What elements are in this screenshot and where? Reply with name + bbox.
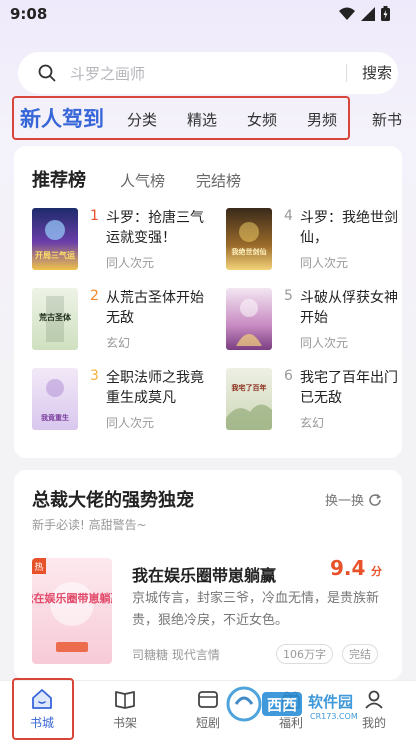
nav-bookshelf[interactable]: 书架	[95, 687, 155, 739]
book-description: 京城传言，封家三爷，冷血无情，是贵族新贵，狠绝冷戾，不近女色。	[132, 591, 380, 628]
tab-female[interactable]: 女频	[247, 109, 277, 130]
rank-number: 6	[284, 368, 293, 384]
book-title[interactable]: 从荒古圣体开始无敌	[106, 288, 210, 328]
book-genre: 同人次元	[300, 336, 349, 350]
ranking-card: 推荐榜 人气榜 完结榜 开局三气运 1 斗罗：抢唐三气运就变强！ 同人次元 荒古…	[14, 146, 402, 458]
battery-icon	[381, 6, 390, 21]
svg-text:荒古圣体: 荒古圣体	[38, 312, 72, 322]
book-title[interactable]: 我在娱乐圈带崽躺赢	[132, 562, 276, 586]
svg-text:我在娱乐圈带崽躺赢: 我在娱乐圈带崽躺赢	[32, 591, 112, 605]
score-value: 9.4	[329, 556, 366, 580]
rank-number: 2	[90, 288, 99, 304]
feature-subtitle: 新手必读! 高甜警告~	[32, 518, 147, 532]
ranking-item[interactable]: 我宅了百年 6 我宅了百年出门已无敌 玄幻	[226, 368, 406, 438]
book-genre: 玄幻	[106, 336, 131, 350]
tab-new-books[interactable]: 新书	[372, 109, 402, 130]
search-input[interactable]: 斗罗之画师	[70, 63, 145, 84]
watermark-logo: 西西 软件园 CR173.COM	[226, 686, 358, 722]
search-icon	[38, 64, 56, 82]
book-title[interactable]: 我宅了百年出门已无敌	[300, 368, 404, 408]
tab-recommend-rank[interactable]: 推荐榜	[32, 166, 86, 192]
status-icons	[339, 6, 390, 21]
book-cover[interactable]: 热 我在娱乐圈带崽躺赢	[32, 558, 112, 664]
book-cover[interactable]: 我竟重生	[32, 368, 78, 430]
tab-new-readers[interactable]: 新人驾到	[20, 103, 104, 133]
nav-label: 书架	[112, 716, 137, 730]
word-count-tag: 106万字	[276, 644, 333, 664]
nav-highlight-box	[12, 678, 74, 740]
rank-number: 1	[90, 208, 99, 224]
book-genre: 同人次元	[300, 256, 349, 270]
rank-number: 4	[284, 208, 293, 224]
search-divider	[346, 64, 347, 82]
book-title[interactable]: 斗破从俘获女神开始	[300, 288, 404, 328]
bookshelf-icon	[115, 691, 135, 709]
feature-heading: 总裁大佬的强势独宠	[32, 490, 194, 511]
feature-card: 总裁大佬的强势独宠 新手必读! 高甜警告~ 换一换 热 我在娱乐圈带崽躺赢 我在…	[14, 470, 402, 680]
rank-number: 5	[284, 288, 293, 304]
rank-number: 3	[90, 368, 99, 384]
ranking-item[interactable]: 开局三气运 1 斗罗：抢唐三气运就变强！ 同人次元	[32, 208, 212, 278]
book-cover-art: 热 我在娱乐圈带崽躺赢	[32, 558, 112, 652]
book-genre: 同人次元	[106, 416, 155, 430]
refresh-icon	[369, 493, 381, 506]
tab-finished-rank[interactable]: 完结榜	[196, 170, 241, 191]
svg-text:CR173.COM: CR173.COM	[310, 712, 358, 721]
category-tab-bar: 新人驾到 分类 精选 女频 男频 新书	[0, 94, 416, 142]
svg-text:热: 热	[34, 561, 43, 573]
search-button[interactable]: 搜索	[362, 62, 392, 83]
tab-male[interactable]: 男频	[307, 109, 337, 130]
book-genre: 玄幻	[300, 416, 325, 430]
tab-popular-rank[interactable]: 人气榜	[120, 170, 165, 191]
status-tag: 完结	[342, 644, 378, 664]
svg-text:我宅了百年: 我宅了百年	[232, 383, 267, 392]
signal-icon	[361, 6, 375, 21]
book-cover-art: 荒古圣体	[38, 296, 72, 342]
tab-category[interactable]: 分类	[127, 109, 157, 130]
score-unit: 分	[371, 565, 382, 578]
book-cover-art	[236, 299, 262, 346]
status-bar: 9:08	[0, 0, 416, 32]
book-title[interactable]: 全职法师之我竟重生成莫凡	[106, 368, 210, 408]
book-cover-art: 我宅了百年	[226, 383, 272, 430]
svg-text:西西: 西西	[267, 696, 297, 714]
wifi-icon	[339, 7, 355, 20]
book-score: 9.4 分	[330, 556, 382, 580]
tab-featured[interactable]: 精选	[187, 109, 217, 130]
refresh-label: 换一换	[324, 494, 364, 509]
ranking-item[interactable]: 我绝世剑仙 4 斗罗：我绝世剑仙， 同人次元	[226, 208, 406, 278]
book-genre: 同人次元	[106, 256, 155, 270]
tv-icon	[198, 691, 218, 708]
book-cover-art: 开局三气运	[35, 220, 75, 260]
svg-text:软件园: 软件园	[308, 693, 353, 711]
book-author-meta: 司糖糖 现代言情	[132, 648, 220, 662]
book-cover[interactable]: 开局三气运	[32, 208, 78, 270]
ranking-item[interactable]: 荒古圣体 2 从荒古圣体开始无敌 玄幻	[32, 288, 212, 358]
book-cover-art: 我竟重生	[41, 379, 69, 422]
book-cover[interactable]: 我绝世剑仙	[226, 208, 272, 270]
ranking-item[interactable]: 5 斗破从俘获女神开始 同人次元	[226, 288, 406, 358]
book-cover-art: 我绝世剑仙	[232, 222, 267, 256]
book-title[interactable]: 斗罗：我绝世剑仙，	[300, 208, 404, 248]
status-time: 9:08	[10, 5, 48, 23]
search-bar[interactable]: 斗罗之画师 搜索	[18, 52, 398, 94]
book-cover[interactable]: 我宅了百年	[226, 368, 272, 430]
book-title[interactable]: 斗罗：抢唐三气运就变强！	[106, 208, 210, 248]
book-cover[interactable]: 荒古圣体	[32, 288, 78, 350]
svg-text:开局三气运: 开局三气运	[35, 250, 75, 260]
refresh-button[interactable]: 换一换	[325, 490, 382, 509]
svg-text:我绝世剑仙: 我绝世剑仙	[232, 247, 267, 256]
book-cover[interactable]	[226, 288, 272, 350]
svg-text:我竟重生: 我竟重生	[41, 413, 69, 422]
ranking-item[interactable]: 我竟重生 3 全职法师之我竟重生成莫凡 同人次元	[32, 368, 212, 438]
